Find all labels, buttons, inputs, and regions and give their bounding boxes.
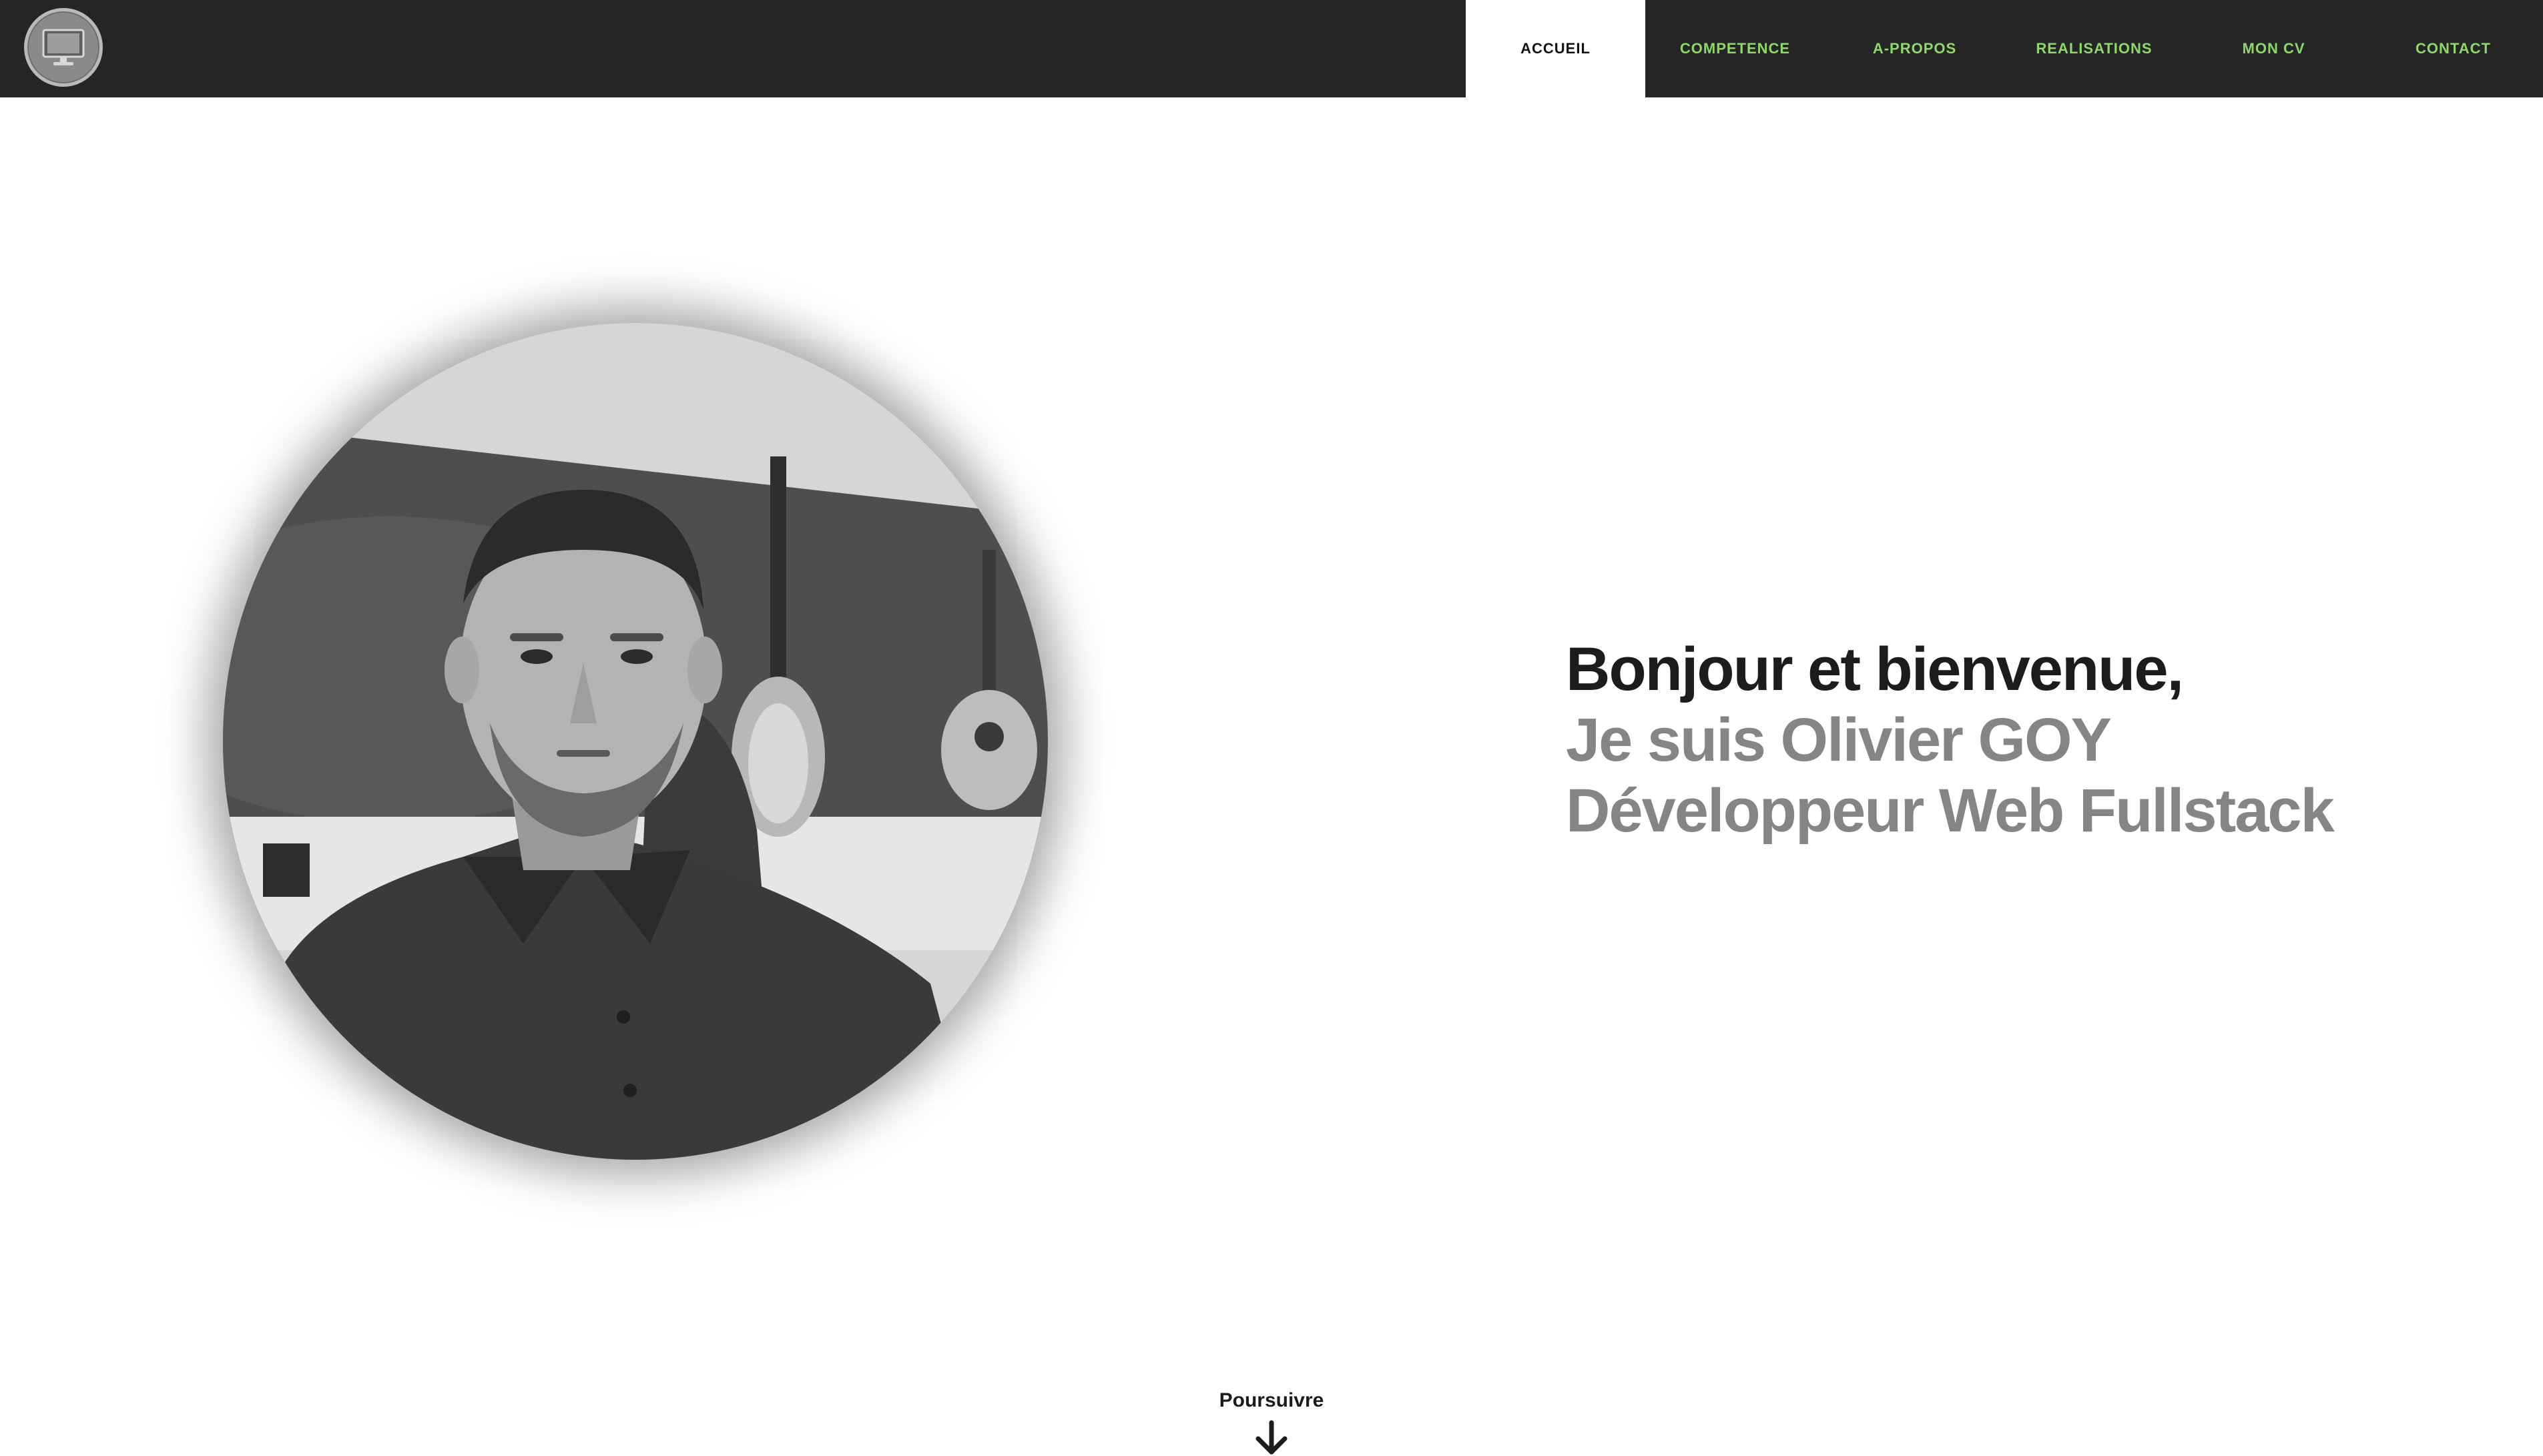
profile-photo — [223, 323, 1048, 1160]
continue-label: Poursuivre — [1219, 1389, 1324, 1411]
role-line: Développeur Web Fullstack — [1566, 777, 2335, 845]
nav-accueil[interactable]: ACCUEIL — [1466, 0, 1645, 97]
continue-link[interactable]: Poursuivre — [0, 1389, 2543, 1412]
nav-mon-cv[interactable]: MON CV — [2184, 0, 2363, 97]
hero-heading: Bonjour et bienvenue, Je suis Olivier GO… — [1566, 634, 2335, 846]
name-line: Je suis Olivier GOY — [1566, 706, 2112, 774]
greeting: Bonjour et bienvenue, — [1566, 635, 2184, 703]
top-navbar: ACCUEIL COMPETENCE A-PROPOS REALISATIONS… — [0, 0, 2543, 97]
nav-a-propos[interactable]: A-PROPOS — [1825, 0, 2004, 97]
nav-contact[interactable]: CONTACT — [2363, 0, 2543, 97]
arrow-down-icon[interactable] — [1253, 1420, 1290, 1456]
monitor-icon — [42, 29, 85, 65]
nav-realisations[interactable]: REALISATIONS — [2004, 0, 2184, 97]
main-nav: ACCUEIL COMPETENCE A-PROPOS REALISATIONS… — [1466, 0, 2543, 97]
logo[interactable] — [24, 8, 103, 87]
nav-competence[interactable]: COMPETENCE — [1645, 0, 1825, 97]
